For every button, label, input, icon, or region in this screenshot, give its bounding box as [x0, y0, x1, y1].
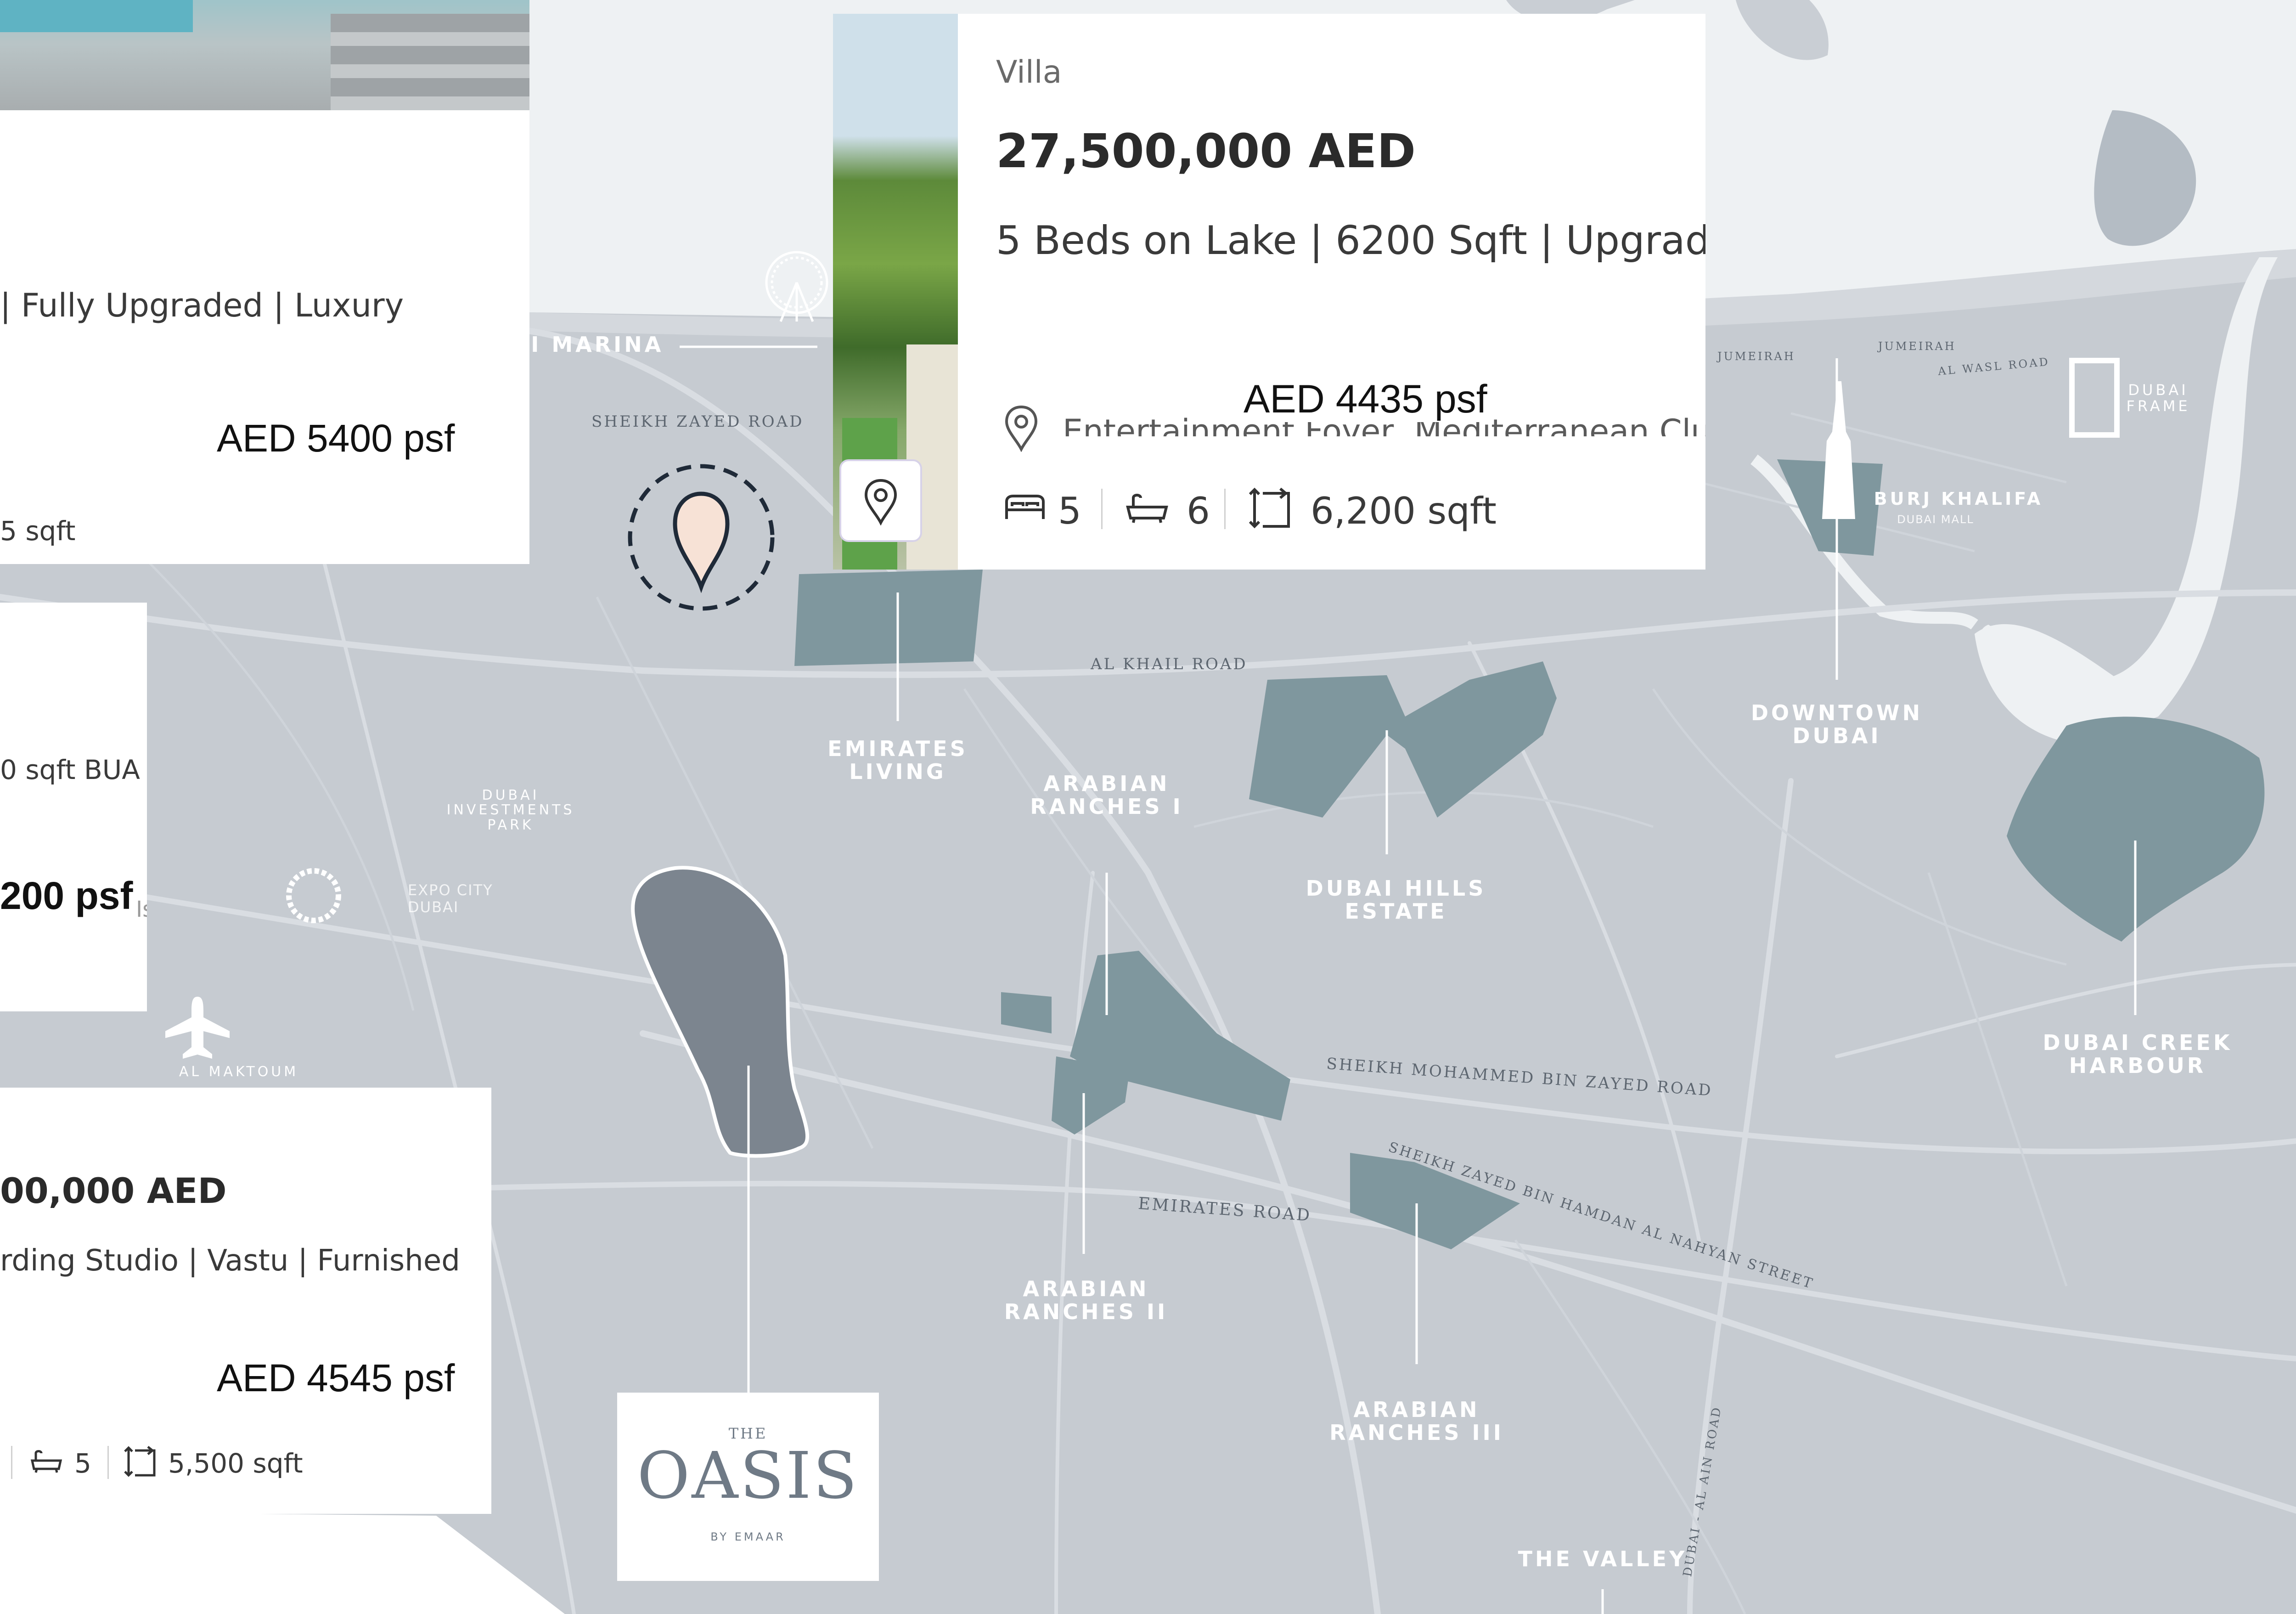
spec-area: 6,200 sqft: [1311, 490, 1497, 532]
spec-baths: 5: [74, 1448, 91, 1479]
bed-icon: [1005, 495, 1045, 519]
map-label-dubai-investments-park: DUBAI INVESTMENTS PARK: [446, 787, 575, 833]
airplane-icon: [165, 997, 230, 1059]
expo-city-icon: [286, 868, 341, 923]
map-label-arabian-ranches-1: ARABIAN RANCHES I: [1030, 771, 1183, 819]
listing-psf: 200 psf: [0, 874, 133, 917]
spec-separator: [1224, 489, 1226, 529]
spec-separator: [1101, 489, 1103, 529]
listing-headline: 5 Beds on Lake | 6200 Sqft | Upgraded: [996, 218, 1705, 264]
listing-card-mid-left[interactable]: 0 sqft BUA 200 psf Is: [0, 603, 147, 1011]
map-corner: [0, 1511, 565, 1614]
spec-beds: 5: [1058, 490, 1081, 532]
map-label-downtown-dubai: DOWNTOWN DUBAI: [1750, 700, 1923, 748]
oasis-logo-card: THE OASIS BY EMAAR: [617, 1393, 879, 1581]
emirates-living-area: [794, 570, 983, 666]
listing-headline: | Fully Upgraded | Luxury: [0, 287, 404, 324]
listing-price: 00,000 AED: [0, 1170, 227, 1211]
map-label-burj-khalifa: BURJ KHALIFA: [1874, 489, 2043, 509]
location-pin-icon[interactable]: [673, 491, 730, 593]
property-type: Villa: [996, 54, 1062, 90]
map-label-arabian-ranches-2: ARABIAN RANCHES II: [1004, 1276, 1168, 1324]
map-label-dubai-hills-estate: DUBAI HILLS ESTATE: [1306, 876, 1486, 924]
the-oasis-area: [631, 866, 810, 1158]
map-label-dubai-frame: DUBAI FRAME: [2126, 381, 2190, 415]
bath-icon: [30, 1450, 62, 1473]
area-icon: [124, 1446, 156, 1477]
bath-icon: [1126, 494, 1168, 523]
listing-fragment: Is: [136, 897, 147, 922]
map-label-the-valley: THE VALLEY: [1518, 1546, 1688, 1571]
map-pin-button[interactable]: [839, 459, 922, 542]
road-label-sheikh-zayed: SHEIKH ZAYED ROAD: [591, 412, 804, 431]
burj-khalifa-icon: [1822, 381, 1855, 519]
map-label-dubai-mall: DUBAI MALL: [1897, 513, 1974, 526]
spec-baths: 6: [1187, 490, 1210, 532]
map-label-dubai-creek-harbour: DUBAI CREEK HARBOUR: [2043, 1030, 2233, 1078]
listing-psf: AED 4545 psf: [217, 1356, 455, 1400]
spec-area: 5,500 sqft: [168, 1448, 303, 1479]
arabian-ranches-1-area: [1001, 951, 1290, 1121]
logo-oasis: OASIS: [637, 1439, 859, 1513]
listing-price: 27,500,000 AED: [996, 124, 1416, 179]
listing-area: 0 sqft BUA: [0, 754, 140, 785]
map-label-expo-city: EXPO CITY DUBAI: [408, 881, 493, 916]
spec-separator: [11, 1446, 12, 1479]
area-icon: [1249, 487, 1290, 529]
map-label-jumeirah-2: JUMEIRAH: [1878, 340, 1956, 353]
listing-headline: rding Studio | Vastu | Furnished: [0, 1244, 460, 1278]
spec-separator: [107, 1446, 109, 1479]
listing-psf: AED 4435 psf: [1239, 377, 1492, 422]
listing-card-main[interactable]: Villa 27,500,000 AED 5 Beds on Lake | 62…: [833, 14, 1705, 570]
location-icon: [1005, 405, 1038, 452]
listing-photo: [0, 0, 529, 110]
listing-card-top-left[interactable]: | Fully Upgraded | Luxury AED 5400 psf 5…: [0, 0, 529, 564]
map-label-marina: AI MARINA: [512, 332, 664, 357]
logo-by-emaar: BY EMAAR: [710, 1530, 786, 1543]
listing-psf: AED 5400 psf: [217, 417, 455, 460]
listing-area: 5 sqft: [0, 515, 76, 547]
arabian-ranches-2-area: [1052, 1056, 1130, 1134]
listing-card-bottom-left[interactable]: 00,000 AED rding Studio | Vastu | Furnis…: [0, 1088, 491, 1514]
dubai-frame-icon: [2069, 358, 2120, 438]
map-label-jumeirah-1: JUMEIRAH: [1717, 350, 1795, 363]
location-pin-icon: [864, 479, 897, 525]
map-label-al-maktoum: AL MAKTOUM: [179, 1064, 299, 1080]
map-label-arabian-ranches-3: ARABIAN RANCHES III: [1329, 1397, 1504, 1445]
road-label-al-khail: AL KHAIL ROAD: [1091, 655, 1248, 673]
map-label-emirates-living: EMIRATES LIVING: [827, 736, 968, 784]
